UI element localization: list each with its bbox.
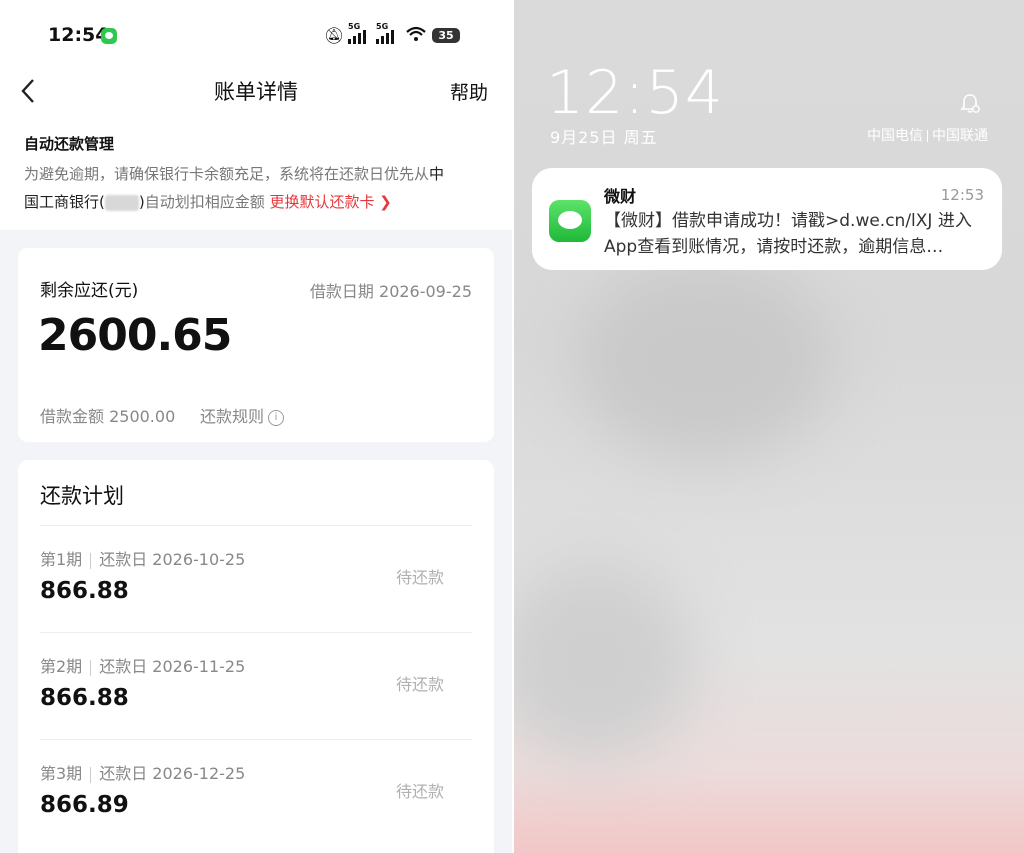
plan-status: 待还款 bbox=[395, 782, 444, 801]
balance-summary-card: 剩余应还(元) 借款日期 2026-09-25 2600.65 借款金额 250… bbox=[18, 248, 494, 442]
info-icon: i bbox=[268, 409, 285, 426]
bank-name: 国工商银行( bbox=[24, 193, 105, 211]
bill-detail-screen: 12:54 🔕︎ 5G 5G 35 账单详情 帮助 自动还款管理 为避免逾期，请… bbox=[0, 0, 512, 853]
loan-date: 借款日期 2026-09-25 bbox=[309, 282, 472, 301]
repayment-plan-card: 还款计划 第1期 还款日 2026-10-25 866.88 待还款 第2期 还款日… bbox=[18, 460, 494, 853]
signal-icon: 5G bbox=[348, 22, 366, 44]
plan-row[interactable]: 第3期 还款日 2026-12-25 866.89 待还款 bbox=[40, 740, 472, 846]
network-type-label-2: 5G bbox=[376, 22, 389, 31]
bell-settings-icon[interactable] bbox=[960, 93, 980, 113]
plan-amount: 866.88 bbox=[40, 685, 129, 711]
plan-period: 第2期 bbox=[40, 657, 83, 676]
wifi-icon bbox=[406, 26, 426, 47]
auto-repay-title: 自动还款管理 bbox=[24, 135, 115, 153]
plan-due-date: 还款日 2026-11-25 bbox=[99, 657, 246, 676]
masked-card-number bbox=[104, 194, 139, 211]
wallpaper-blur bbox=[514, 560, 694, 760]
plan-amount: 866.88 bbox=[40, 578, 129, 604]
plan-due-date: 还款日 2026-10-25 bbox=[99, 550, 246, 569]
messages-app-icon bbox=[549, 200, 591, 242]
status-bar-icons: 🔕︎ 5G 5G 35 bbox=[324, 22, 464, 48]
notification-body: 【微财】借款申请成功！请戳>d.we.cn/lXJ 进入 App查看到账情况，请… bbox=[604, 208, 994, 260]
plan-row-meta: 第2期 还款日 2026-11-25 bbox=[40, 653, 245, 677]
plan-period: 第3期 bbox=[40, 764, 83, 783]
plan-row[interactable]: 第1期 还款日 2026-10-25 866.88 待还款 bbox=[40, 526, 472, 632]
auto-repay-text: 为避免逾期，请确保银行卡余额充足，系统将在还款日优先从 bbox=[24, 165, 430, 183]
repayment-plan-title: 还款计划 bbox=[40, 484, 124, 508]
notification-line-1: 【微财】借款申请成功！请戳>d.we.cn/lXJ 进入 bbox=[604, 211, 972, 231]
notification-time: 12:53 bbox=[940, 186, 984, 204]
bell-muted-icon: 🔕︎ bbox=[324, 26, 345, 45]
notification-line-2: App查看到账情况，请按时还款，逾期信息… bbox=[604, 237, 944, 257]
sms-notification[interactable]: 微财 12:53 【微财】借款申请成功！请戳>d.we.cn/lXJ 进入 Ap… bbox=[532, 168, 1002, 270]
remaining-label: 剩余应还(元) bbox=[40, 281, 139, 301]
lock-screen-clock: 12:54 bbox=[546, 58, 724, 128]
plan-due-date: 还款日 2026-12-25 bbox=[99, 764, 246, 783]
plan-row[interactable]: 第2期 还款日 2026-11-25 866.88 待还款 bbox=[40, 633, 472, 739]
plan-row-meta: 第1期 还款日 2026-10-25 bbox=[40, 546, 245, 570]
loan-principal: 借款金额 2500.00 bbox=[40, 407, 176, 426]
signal-icon-2: 5G bbox=[376, 22, 394, 44]
bank-name-part: 中 bbox=[429, 165, 445, 183]
status-bar-time: 12:54 bbox=[48, 24, 109, 46]
message-notification-icon bbox=[101, 28, 117, 44]
carrier-2: 中国联通 bbox=[932, 128, 988, 144]
plan-row-meta: 第3期 还款日 2026-12-25 bbox=[40, 760, 245, 784]
change-card-link[interactable]: 更换默认还款卡 ❯ bbox=[270, 193, 392, 211]
notification-sender: 微财 bbox=[604, 187, 637, 206]
lock-screen-date: 9月25日 周五 bbox=[550, 128, 658, 147]
auto-repay-text-2: 自动划扣相应金额 bbox=[144, 193, 265, 211]
plan-status: 待还款 bbox=[395, 675, 444, 694]
carrier-1: 中国电信 bbox=[867, 128, 923, 144]
repayment-rules-link[interactable]: 还款规则 i bbox=[200, 403, 285, 427]
carrier-labels: 中国电信 中国联通 bbox=[867, 125, 988, 145]
help-link[interactable]: 帮助 bbox=[450, 78, 488, 105]
plan-status: 待还款 bbox=[395, 568, 444, 587]
network-type-label: 5G bbox=[348, 22, 361, 31]
plan-amount: 866.89 bbox=[40, 792, 129, 818]
wallpaper-blur bbox=[574, 260, 834, 460]
auto-repay-description: 为避免逾期，请确保银行卡余额充足，系统将在还款日优先从中 国工商银行()自动划扣相… bbox=[24, 160, 494, 216]
lock-screen: 12:54 9月25日 周五 中国电信 中国联通 微财 12:53 【微财】借款申… bbox=[514, 0, 1024, 853]
page-title: 账单详情 bbox=[214, 80, 298, 104]
plan-period: 第1期 bbox=[40, 550, 83, 569]
repayment-rules-label: 还款规则 bbox=[200, 407, 265, 426]
remaining-amount: 2600.65 bbox=[38, 310, 232, 361]
battery-icon: 35 bbox=[432, 28, 460, 43]
